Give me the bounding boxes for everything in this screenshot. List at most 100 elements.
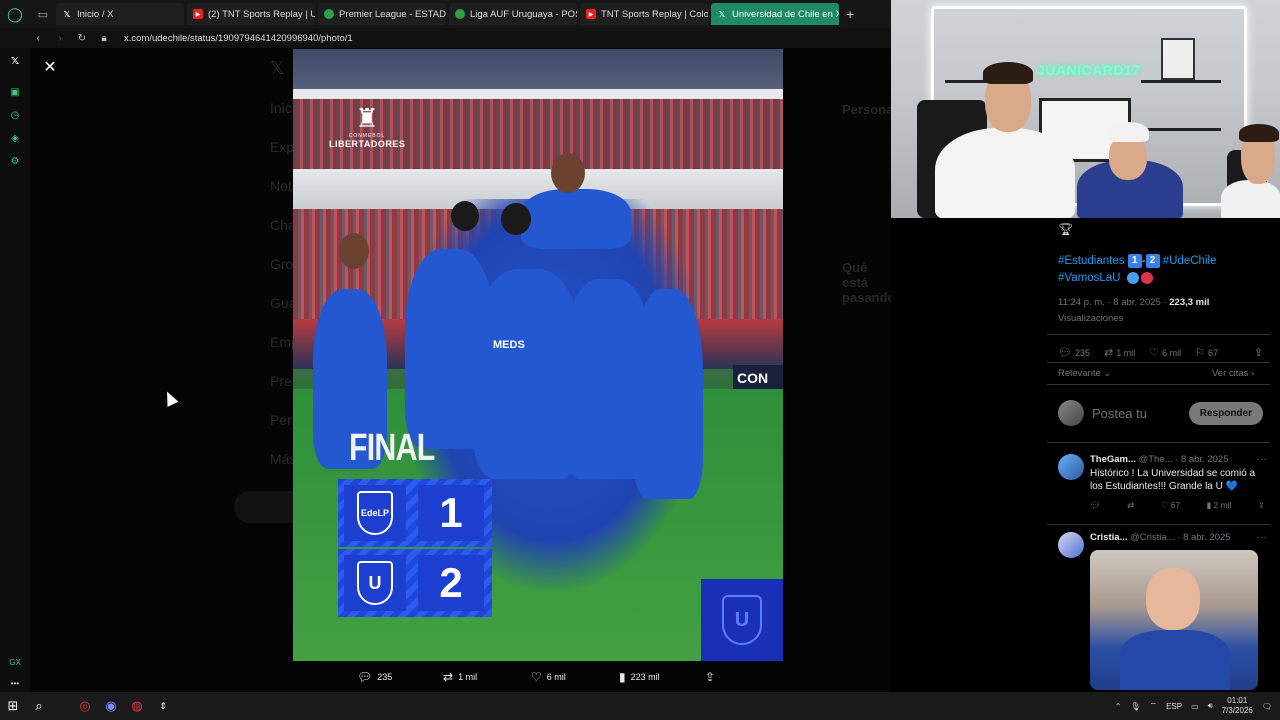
person-right-shirt [1221,180,1280,218]
quotes-link[interactable]: Ver citas › [1212,368,1254,379]
reply-input[interactable]: Postea tu [1092,406,1189,421]
new-tab-plus-icon[interactable]: + [846,6,854,22]
libertadores-text: LIBERTADORES [329,139,406,149]
settings-gear-icon[interactable]: ⚙ [8,154,22,168]
back-arrow-icon[interactable]: ‹ [32,33,44,44]
stadium-stands-top [293,49,783,89]
scroll-arrows-icon[interactable]: ⇕ [150,692,176,720]
stat-replies[interactable]: 💬︎ 235 [1058,346,1090,359]
gx-control-icon[interactable]: GX [9,658,21,667]
hashtag-udechile[interactable]: #UdeChile [1163,255,1217,267]
share-button[interactable]: ⇪ [1254,346,1263,359]
comment-1[interactable]: TheGam... @The... · 8 abr. 2025 ··· Hist… [1058,454,1267,518]
score-row-away: U 2 [338,549,492,617]
app-taskbar-icon[interactable]: ◍ [124,692,150,720]
comment-2[interactable]: Cristia... @Cristia... · 8 abr. 2025 ··· [1058,532,1267,692]
more-dots-icon[interactable]: ··· [1257,454,1267,465]
more-dots-icon[interactable]: ••• [11,679,19,688]
address-bar: ‹ › ↻ 🔒︎ x.com/udechile/status/190979464… [0,28,891,48]
comment-avatar[interactable] [1058,454,1084,480]
heart-icon: ♡ [1149,347,1160,359]
stat-bookmarks[interactable]: ⚐ 67 [1195,346,1218,359]
wifi-icon[interactable]: ⌔ [1150,701,1158,711]
x-icon: 𝕏 [718,9,726,19]
hashtag-estudiantes[interactable]: #Estudiantes [1058,255,1125,267]
discord-icon[interactable]: ◉ [98,692,124,720]
history-clock-icon[interactable]: ◷ [8,108,22,122]
tab-bar: ◯ ▭ 𝕏 Inicio / X ▶ (2) TNT Sports Replay |… [0,0,891,28]
share-icon: ⇪ [1253,347,1263,359]
reply-bubble-icon: 💬︎ [357,670,373,684]
reply-action[interactable]: 💬︎ 235 [357,666,392,688]
views-label: Visualizaciones [1058,313,1124,324]
divider [1047,384,1270,385]
clock-date: 7/3/2026 [1221,706,1253,715]
player-top-head [551,153,585,193]
away-score: 2 [418,555,484,611]
repost-action[interactable]: ⇄ 1 mil [443,666,477,688]
share-icon[interactable]: ⇪ [1258,500,1265,511]
views-bar-icon: ▮ [1206,500,1212,510]
views-action[interactable]: ▮ 223 mil [619,666,660,688]
comment-header: Cristia... @Cristia... · 8 abr. 2025 [1090,532,1231,543]
like-action[interactable]: ♡ 6 mil [531,666,566,688]
webcam-overlay: JUANICARD17 [891,0,1280,218]
x-sidebar-icon[interactable]: 𝕏 [8,54,22,68]
browser-window: ◯ ▭ 𝕏 Inicio / X ▶ (2) TNT Sports Replay |… [0,0,891,692]
user-avatar[interactable] [1058,400,1084,426]
windows-start-icon[interactable]: ⊞ [0,692,26,720]
heart-icon: ♡ [531,670,542,684]
tab-tnt-replay-2[interactable]: ▶ TNT Sports Replay | Colo [580,3,708,25]
more-dots-icon[interactable]: ··· [1257,532,1267,543]
reply-bubble-icon[interactable]: 💬︎ [1090,500,1101,511]
stat-reposts[interactable]: ⇄ 1 mil [1104,346,1135,359]
network-icon[interactable]: ▭ [1191,702,1199,711]
chevron-down-icon: ⌄ [1103,368,1112,379]
stadium-roof-edge [293,89,783,99]
url-field[interactable]: x.com/udechile/status/190979464142099694… [124,33,353,44]
meme-face [1146,568,1200,630]
tab-premier-league[interactable]: Premier League - ESTADÍ [318,3,446,25]
wallet-icon[interactable]: ▣ [8,85,22,99]
repost-icon: ⇄ [1104,347,1114,359]
repost-icon[interactable]: ⇄ [1127,500,1134,511]
sort-dropdown[interactable]: Relevante ⌄ [1058,368,1111,379]
bg-trending-heading: Qué está pasando [842,260,891,305]
comment-views[interactable]: ▮ 2 mil [1206,500,1231,511]
reply-button[interactable]: Responder [1188,401,1263,425]
stat-likes[interactable]: ♡ 6 mil [1149,346,1181,359]
neon-sign: JUANICARD17 [1037,62,1141,78]
share-icon: ⇪ [705,670,716,684]
notifications-icon[interactable]: 🗨︎ [1262,702,1272,711]
player-left-head [339,233,369,269]
tweet-photo: CON ♜ CONMEBOL LIBERTADORES MEDS FINAL E… [293,49,783,661]
tab-liga-auf[interactable]: Liga AUF Uruguaya - POS [449,3,577,25]
volume-icon[interactable]: 🔊︎ [1208,701,1213,711]
tweet-stats: 💬︎ 235 ⇄ 1 mil ♡ 6 mil ⚐ 67 ⇪ [1058,346,1263,359]
tab-udechile[interactable]: 𝕏 Universidad de Chile en X [711,3,839,25]
hashtag-vamoslau[interactable]: #VamosLaU [1058,272,1120,284]
language-indicator[interactable]: ESP [1166,702,1182,711]
extensions-puzzle-icon[interactable]: ◈ [8,131,22,145]
opera-gx-taskbar-icon[interactable]: ◎ [72,692,98,720]
reply-composer: Postea tu Responder [1058,398,1263,428]
microphone-icon[interactable]: 🎙︎ [1130,702,1140,711]
chevron-up-icon[interactable]: ⌃ [1115,702,1122,711]
forward-arrow-icon[interactable]: › [54,33,66,44]
share-action[interactable]: ⇪ [705,666,715,688]
comment-likes[interactable]: ♡ 67 [1161,500,1180,511]
opera-gx-logo-icon[interactable]: ◯ [0,0,30,28]
comment-avatar[interactable] [1058,532,1084,558]
search-icon[interactable]: ⌕ [26,692,52,720]
tab-tnt-replay-1[interactable]: ▶ (2) TNT Sports Replay | U [187,3,315,25]
tab-overview-icon[interactable]: ▭ [30,0,56,28]
reload-icon[interactable]: ↻ [76,33,88,44]
close-icon[interactable]: ✕ [42,60,58,76]
score-away-box: 2 [1145,253,1160,268]
clock[interactable]: 01:01 7/3/2026 [1222,696,1253,716]
comment-meme-image[interactable] [1090,550,1258,690]
x-icon: 𝕏 [63,9,71,19]
divider [1047,524,1270,525]
tweet-text: #Estudiantes 1-2 #UdeChile #VamosLaU [1058,253,1217,284]
tab-inicio[interactable]: 𝕏 Inicio / X [56,3,184,25]
